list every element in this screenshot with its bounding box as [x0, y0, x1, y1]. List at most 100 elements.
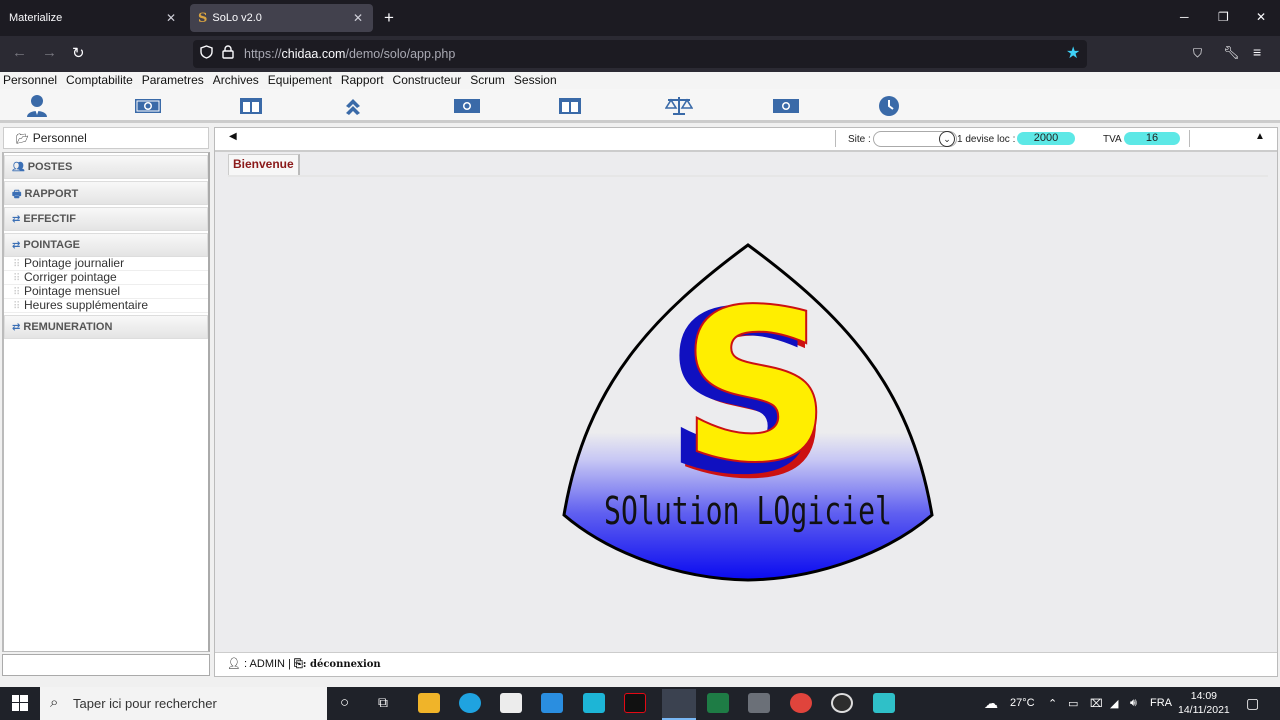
logout-icon[interactable]: ⎘: [294, 658, 303, 670]
chrome-icon[interactable]: [790, 693, 812, 713]
chevron-down-icon[interactable]: ⌄: [939, 131, 955, 147]
sidebar-item-pointage-mensuel[interactable]: ⠿ Pointage mensuel: [4, 285, 208, 299]
logo-text: SOlution LOgiciel: [604, 489, 892, 533]
menu-equipement[interactable]: Equipement: [265, 72, 338, 89]
menu-session[interactable]: Session: [511, 72, 563, 89]
tab-solo[interactable]: S SoLo v2.0 ✕: [190, 4, 373, 32]
back-icon[interactable]: ←: [12, 44, 27, 61]
menu-personnel[interactable]: Personnel: [0, 72, 63, 89]
excel-icon[interactable]: [707, 693, 729, 713]
tab-label: SoLo v2.0: [212, 12, 262, 24]
browser-tab-bar: Materialize ✕ S SoLo v2.0 ✕ + ─ ❐ ✕: [0, 0, 1280, 36]
divider: [1189, 130, 1190, 147]
taskbar-search[interactable]: ⌕ Taper ici pour rechercher: [40, 687, 327, 720]
tab-bienvenue[interactable]: Bienvenue: [228, 154, 300, 176]
exchange-icon: ⇄: [12, 214, 21, 225]
task-view-icon[interactable]: ⧉: [378, 694, 388, 711]
firefox-icon[interactable]: [662, 689, 696, 720]
bookmark-star-icon[interactable]: ★: [1066, 43, 1080, 63]
close-tab-icon[interactable]: ✕: [166, 11, 176, 25]
calculator-icon[interactable]: [748, 693, 770, 713]
app-icon[interactable]: [873, 693, 895, 713]
clock-date: 14/11/2021: [1178, 704, 1230, 716]
user-icon: 👤︎: [227, 658, 241, 670]
menu-comptabilite[interactable]: Comptabilite: [63, 72, 139, 89]
wrench-icon[interactable]: 🔧︎: [1223, 45, 1240, 61]
tva-label: TVA: [1103, 134, 1122, 145]
sidebar-section-effectif[interactable]: ⇄ EFFECTIF: [4, 207, 208, 231]
file-explorer-icon[interactable]: [418, 693, 440, 713]
forward-icon[interactable]: →: [42, 44, 57, 61]
clock-icon[interactable]: [874, 94, 904, 118]
user-separator: :: [244, 658, 248, 670]
edge-icon[interactable]: [459, 693, 481, 713]
menu-scrum[interactable]: Scrum: [467, 72, 511, 89]
mail-icon[interactable]: [541, 693, 563, 713]
sidebar-item-pointage-journalier[interactable]: ⠿ Pointage journalier: [4, 257, 208, 271]
money-icon[interactable]: [452, 94, 482, 118]
windows-start-icon[interactable]: [12, 695, 28, 716]
sidebar-section-pointage[interactable]: ⇄ POINTAGE: [4, 233, 208, 257]
divider: [835, 130, 836, 147]
weather-cloud-icon[interactable]: ☁: [984, 695, 998, 712]
current-user: ADMIN: [249, 658, 285, 670]
users-icon: 👥︎: [12, 162, 25, 173]
battery-icon[interactable]: ▭: [1068, 697, 1078, 710]
columns-icon[interactable]: [236, 94, 266, 118]
chevrons-up-icon[interactable]: [338, 94, 368, 118]
device-icon[interactable]: ⌧: [1090, 697, 1103, 710]
reload-icon[interactable]: ↻: [72, 44, 85, 62]
temperature[interactable]: 27°C: [1010, 697, 1035, 709]
menu-constructeur[interactable]: Constructeur: [390, 72, 468, 89]
close-window-icon[interactable]: ✕: [1256, 10, 1266, 24]
lock-icon[interactable]: [222, 45, 234, 63]
url-text[interactable]: https://chidaa.com/demo/solo/app.php: [244, 47, 455, 61]
app-root: Personnel Comptabilite Parametres Archiv…: [0, 72, 1280, 688]
status-bar: 👤︎ : ADMIN | ⎘: déconnexion: [215, 652, 1277, 676]
logout-link[interactable]: : déconnexion: [303, 659, 381, 670]
columns-icon[interactable]: [555, 94, 585, 118]
obs-icon[interactable]: [831, 693, 853, 713]
chevron-up-icon[interactable]: ⌃: [1048, 697, 1057, 710]
menu-archives[interactable]: Archives: [210, 72, 265, 89]
language-indicator[interactable]: FRA: [1150, 697, 1172, 709]
search-placeholder: Taper ici pour rechercher: [73, 696, 217, 711]
menu-rapport[interactable]: Rapport: [338, 72, 390, 89]
app-toolbar: [0, 89, 1280, 123]
balance-icon[interactable]: [664, 94, 694, 118]
menu-parametres[interactable]: Parametres: [139, 72, 210, 89]
close-tab-icon[interactable]: ✕: [353, 11, 363, 25]
store-icon[interactable]: [500, 693, 522, 713]
shield-icon[interactable]: [200, 45, 213, 62]
netflix-icon[interactable]: [624, 693, 646, 713]
sidebar-section-rapport[interactable]: 🖶︎ RAPPORT: [4, 181, 208, 205]
prime-video-icon[interactable]: [583, 693, 605, 713]
tab-strip: [228, 175, 1268, 177]
notification-icon[interactable]: ▢: [1246, 695, 1259, 712]
sidebar-header[interactable]: 📂︎ Personnel: [3, 127, 209, 149]
money-icon[interactable]: [771, 94, 801, 118]
tva-value: 16: [1124, 132, 1180, 145]
collapse-left-icon[interactable]: ◀: [229, 131, 237, 142]
new-tab-icon[interactable]: +: [384, 8, 394, 28]
restore-icon[interactable]: ❐: [1218, 10, 1229, 24]
volume-icon[interactable]: 🔊︎: [1130, 697, 1137, 710]
minimize-icon[interactable]: ─: [1180, 10, 1189, 24]
sidebar-item-heures-supplementaire[interactable]: ⠿ Heures supplémentaire: [4, 299, 208, 313]
cortana-icon[interactable]: ○: [340, 694, 349, 711]
search-icon: ⌕: [50, 694, 59, 711]
sidebar-section-postes[interactable]: 👥︎ POSTES: [4, 155, 208, 179]
pocket-icon[interactable]: ⛉: [1193, 46, 1202, 61]
clock[interactable]: 14:09 14/11/2021: [1178, 689, 1230, 717]
wifi-icon[interactable]: ◢: [1110, 697, 1118, 710]
collapse-up-icon[interactable]: ▲: [1255, 131, 1265, 142]
money-icon[interactable]: [133, 94, 163, 118]
solo-logo: S S S SOlution LOgiciel: [560, 243, 936, 593]
solo-favicon-icon: S: [198, 10, 208, 26]
user-icon[interactable]: [22, 94, 52, 118]
sidebar-item-corriger-pointage[interactable]: ⠿ Corriger pointage: [4, 271, 208, 285]
tab-label: Materialize: [9, 12, 63, 24]
menu-icon[interactable]: ≡: [1253, 44, 1261, 60]
tab-materialize[interactable]: Materialize ✕: [0, 0, 186, 36]
sidebar-section-remuneration[interactable]: ⇄ REMUNERATION: [4, 315, 208, 339]
